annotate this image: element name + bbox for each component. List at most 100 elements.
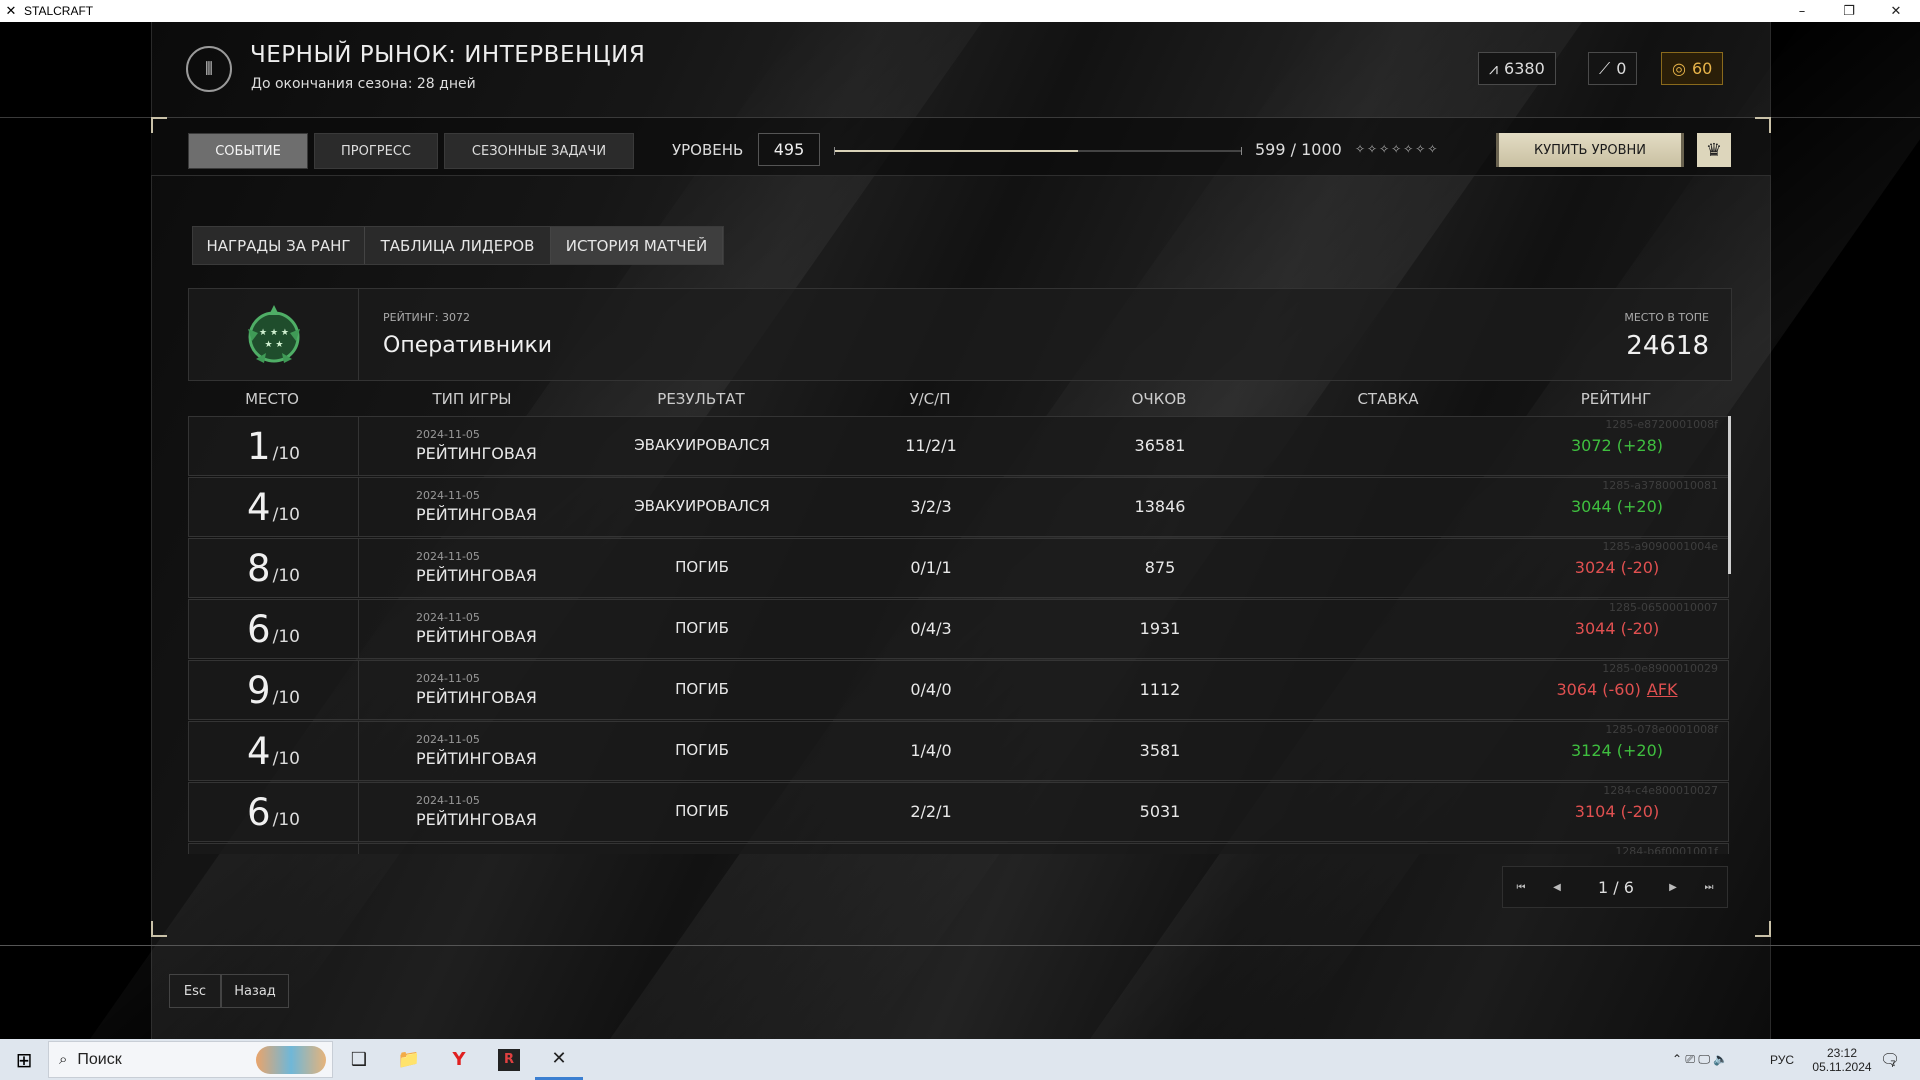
close-button[interactable]: ✕ xyxy=(1873,0,1919,22)
yandex-browser-icon[interactable]: Y xyxy=(435,1039,483,1080)
place-cell: 6/10 xyxy=(189,783,359,841)
kills-deaths-assists: 3/2/3 xyxy=(910,497,952,516)
match-result: ПОГИБ xyxy=(675,802,729,820)
first-page-icon[interactable]: ⏮ xyxy=(1503,867,1539,907)
rating-value: 3104 (-20) xyxy=(1574,802,1660,821)
rating-change: 3104 (-20) xyxy=(1575,802,1659,821)
rating-change: 3064 (-60) AFK xyxy=(1556,680,1677,699)
table-row[interactable]: 1284-b6f0001001f xyxy=(188,843,1729,854)
rank-name: Оперативники xyxy=(383,333,553,358)
kills-deaths-assists: 0/1/1 xyxy=(910,558,952,577)
match-date: 2024-11-05 xyxy=(416,672,480,685)
currency-tokens: ⟋ 0 xyxy=(1588,52,1638,85)
stalcraft-app-icon[interactable]: ✕ xyxy=(535,1039,583,1080)
col-ksd: У/С/П xyxy=(909,390,951,408)
clock[interactable]: 23:12 05.11.2024 xyxy=(1806,1039,1878,1080)
taskbar-search[interactable]: ⌕ Поиск xyxy=(48,1041,333,1078)
prev-page-icon[interactable]: ◀ xyxy=(1539,867,1575,907)
rating-change: 3044 (+20) xyxy=(1571,497,1663,516)
afk-link[interactable]: AFK xyxy=(1647,680,1678,699)
currency-value: 60 xyxy=(1691,59,1713,78)
place-value: 4 xyxy=(247,486,271,529)
frame-corner xyxy=(1755,117,1771,133)
place-value: 1 xyxy=(247,425,271,468)
search-placeholder: Поиск xyxy=(77,1050,122,1068)
buy-levels-button[interactable]: КУПИТЬ УРОВНИ xyxy=(1496,133,1684,167)
match-date: 2024-11-05 xyxy=(416,428,480,441)
match-date: 2024-11-05 xyxy=(416,611,480,624)
score-value: 13846 xyxy=(1134,497,1186,516)
rank-summary: ★ ★ ★ ★ ★ РЕЙТИНГ: 3072 Оперативники МЕС… xyxy=(188,288,1732,381)
match-result: ПОГИБ xyxy=(675,558,729,576)
next-page-icon[interactable]: ▶ xyxy=(1655,867,1691,907)
col-place: МЕСТО xyxy=(245,390,299,408)
tab-event[interactable]: СОБЫТИЕ xyxy=(188,133,308,169)
match-date: 2024-11-05 xyxy=(416,794,480,807)
gold-coin-icon: ◎ xyxy=(1672,59,1686,78)
file-explorer-icon[interactable]: 📁 xyxy=(385,1039,433,1080)
subtab-leaderboard[interactable]: ТАБЛИЦА ЛИДЕРОВ xyxy=(365,227,551,264)
match-id: 1284-b6f0001001f xyxy=(1615,845,1718,854)
game-type: РЕЙТИНГОВАЯ xyxy=(416,444,537,463)
table-row[interactable]: 4/10 2024-11-05 РЕЙТИНГОВАЯ ЭВАКУИРОВАЛСЯ 3/… xyxy=(188,477,1729,537)
task-view-icon[interactable]: ❑ xyxy=(335,1039,383,1080)
match-id: 1285-a37800010081 xyxy=(1602,479,1718,492)
game-type: РЕЙТИНГОВАЯ xyxy=(416,505,537,524)
last-page-icon[interactable]: ⏭ xyxy=(1691,867,1727,907)
table-row[interactable]: 6/10 2024-11-05 РЕЙТИНГОВАЯ ПОГИБ 0/4/3 1931 1… xyxy=(188,599,1729,659)
rating-value: 3024 (-20) xyxy=(1574,558,1660,577)
minimize-button[interactable]: – xyxy=(1779,0,1825,22)
svg-text:★ ★: ★ ★ xyxy=(264,340,283,350)
place-cell: 4/10 xyxy=(189,722,359,780)
match-history-list[interactable]: 1/10 2024-11-05 РЕЙТИНГОВАЯ ЭВАКУИРОВАЛСЯ 11… xyxy=(188,416,1730,854)
table-row[interactable]: 6/10 2024-11-05 РЕЙТИНГОВАЯ ПОГИБ 2/2/1 5031 1… xyxy=(188,782,1729,842)
table-row[interactable]: 4/10 2024-11-05 РЕЙТИНГОВАЯ ПОГИБ 1/4/0 3581 1… xyxy=(188,721,1729,781)
kills-deaths-assists: 0/4/0 xyxy=(910,680,952,699)
level-value: 495 xyxy=(758,133,820,166)
rating-change: 3072 (+28) xyxy=(1571,436,1663,455)
match-date: 2024-11-05 xyxy=(416,733,480,746)
match-date: 2024-11-05 xyxy=(416,550,480,563)
page-indicator: 1 / 6 xyxy=(1598,878,1634,897)
table-row[interactable]: 8/10 2024-11-05 РЕЙТИНГОВАЯ ПОГИБ 0/1/1 875 12… xyxy=(188,538,1729,598)
pagination: ⏮ ◀ 1 / 6 ▶ ⏭ xyxy=(1502,866,1728,908)
crown-icon[interactable]: ♛ xyxy=(1697,133,1731,167)
rating-value: 3044 (-20) xyxy=(1574,619,1660,638)
event-title: ЧЕРНЫЙ РЫНОК: ИНТЕРВЕНЦИЯ xyxy=(250,42,646,68)
currency-rank-points: ⩘ 6380 xyxy=(1478,52,1556,85)
clock-date: 05.11.2024 xyxy=(1812,1059,1872,1074)
place-value: 9 xyxy=(247,669,271,712)
col-score: ОЧКОВ xyxy=(1131,390,1187,408)
game-type: РЕЙТИНГОВАЯ xyxy=(416,688,537,707)
language-indicator[interactable]: РУС xyxy=(1770,1039,1794,1080)
esc-key-button[interactable]: Esc xyxy=(169,974,221,1008)
tab-progress[interactable]: ПРОГРЕСС xyxy=(314,133,438,169)
search-highlight-image xyxy=(256,1046,326,1074)
match-id: 1285-e8720001008f xyxy=(1605,418,1718,431)
notification-icon[interactable]: 🗨 7 xyxy=(1880,1039,1900,1080)
subtab-bar: НАГРАДЫ ЗА РАНГ ТАБЛИЦА ЛИДЕРОВ ИСТОРИЯ … xyxy=(192,226,724,265)
windows-start-icon[interactable]: ⊞ xyxy=(0,1039,48,1080)
currency-value: 6380 xyxy=(1504,59,1545,78)
token-icon: ⟋ xyxy=(1599,58,1611,78)
list-scrollbar[interactable] xyxy=(1728,416,1731,574)
rating-value: 3124 (+20) xyxy=(1570,741,1664,760)
restore-button[interactable]: ❐ xyxy=(1826,0,1872,22)
table-row[interactable]: 1/10 2024-11-05 РЕЙТИНГОВАЯ ЭВАКУИРОВАЛСЯ 11… xyxy=(188,416,1729,476)
subtab-match-history[interactable]: ИСТОРИЯ МАТЧЕЙ xyxy=(551,227,723,264)
window-titlebar: ✕ STALCRAFT – ❐ ✕ xyxy=(0,0,1920,22)
place-value: 6 xyxy=(247,791,271,834)
table-row[interactable]: 9/10 2024-11-05 РЕЙТИНГОВАЯ ПОГИБ 0/4/0 1112 1… xyxy=(188,660,1729,720)
back-button[interactable]: Назад xyxy=(221,974,289,1008)
system-tray-icons[interactable]: ⌃ ⎚ 🖵 🔈 xyxy=(1672,1039,1728,1080)
subtab-rank-rewards[interactable]: НАГРАДЫ ЗА РАНГ xyxy=(193,227,365,264)
progress-tick xyxy=(834,147,835,155)
place-total: /10 xyxy=(272,505,300,525)
window-title: STALCRAFT xyxy=(24,4,94,18)
kills-deaths-assists: 2/2/1 xyxy=(910,802,952,821)
currency-gold: ◎ 60 xyxy=(1661,52,1724,85)
r-app-icon[interactable]: R xyxy=(485,1039,533,1080)
tab-season-tasks[interactable]: СЕЗОННЫЕ ЗАДАЧИ xyxy=(444,133,634,169)
match-result: ПОГИБ xyxy=(675,741,729,759)
search-icon: ⌕ xyxy=(59,1051,68,1068)
